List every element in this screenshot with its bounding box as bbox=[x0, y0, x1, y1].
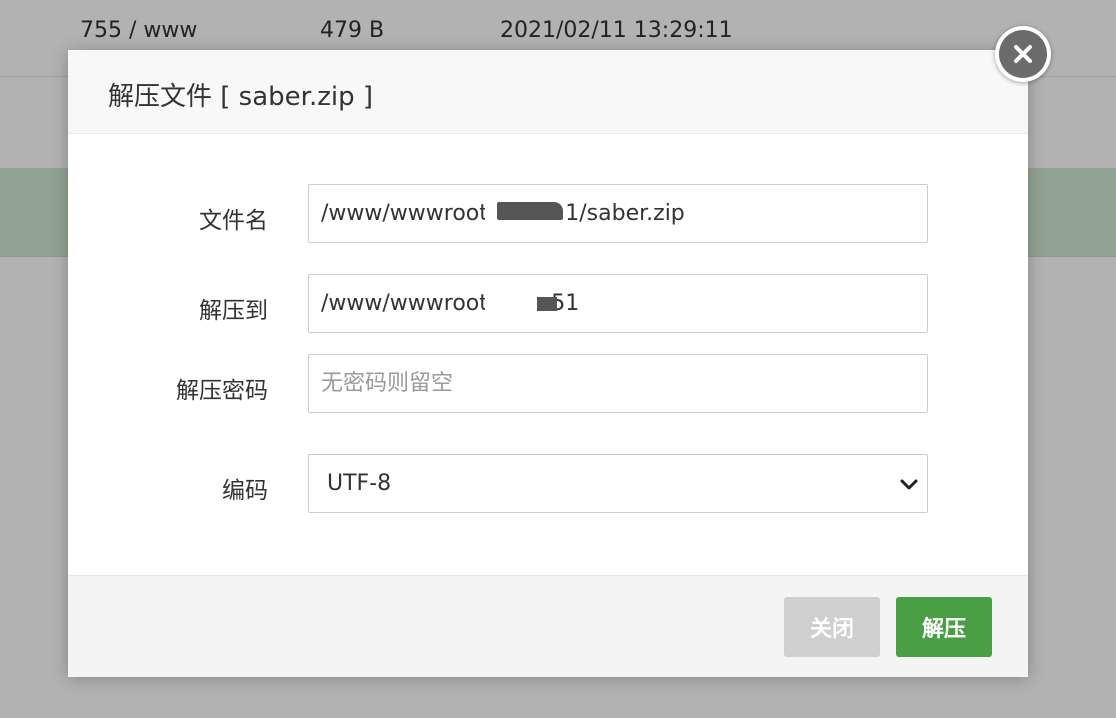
redaction-mark bbox=[497, 202, 563, 220]
filename-field bbox=[308, 184, 928, 243]
dialog-title: 解压文件 [ saber.zip ] bbox=[108, 82, 374, 112]
password-input[interactable] bbox=[309, 355, 927, 412]
dialog-header: 解压文件 [ saber.zip ] bbox=[68, 50, 1028, 134]
filename-input[interactable] bbox=[309, 185, 927, 242]
extract-to-input[interactable] bbox=[309, 275, 927, 332]
password-field bbox=[308, 354, 928, 413]
redaction-mark bbox=[537, 297, 557, 311]
encoding-select[interactable]: UTF-8 bbox=[309, 455, 927, 512]
encoding-label: 编码 bbox=[222, 478, 268, 504]
extract-dialog: 解压文件 [ saber.zip ] 文件名 解压到 解压密码 编码 UTF-8 bbox=[68, 50, 1028, 677]
extract-button[interactable]: 解压 bbox=[896, 597, 992, 657]
close-button[interactable]: 关闭 bbox=[784, 597, 880, 657]
close-icon bbox=[999, 30, 1047, 78]
extract-to-label: 解压到 bbox=[199, 298, 268, 324]
filename-label: 文件名 bbox=[199, 208, 268, 234]
extract-to-field bbox=[308, 274, 928, 333]
dialog-footer: 关闭 解压 bbox=[68, 575, 1028, 677]
dialog-close-button[interactable] bbox=[995, 26, 1051, 82]
password-label: 解压密码 bbox=[176, 378, 268, 404]
encoding-field: UTF-8 bbox=[308, 454, 928, 513]
